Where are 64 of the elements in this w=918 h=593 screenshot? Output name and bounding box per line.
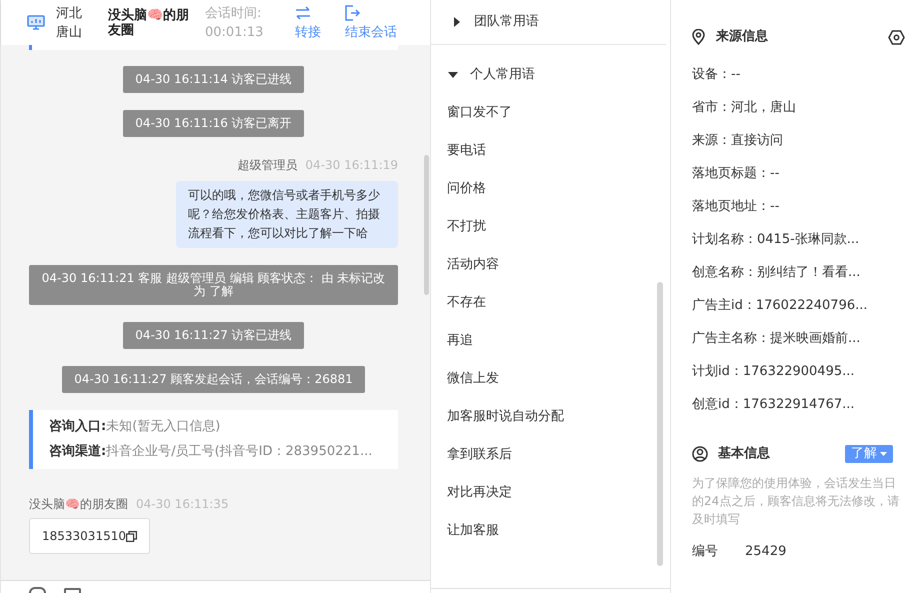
field-value: 25429	[745, 543, 786, 561]
scrollbar[interactable]	[657, 282, 663, 566]
phone-number: 18533031510	[42, 528, 126, 544]
source-info-row-text: 落地页地址：--	[692, 198, 780, 216]
message-time: 04-30 16:11:35	[136, 496, 229, 512]
phrase-item[interactable]: 微信上发	[447, 368, 670, 390]
settings-icon[interactable]	[888, 30, 905, 44]
phrase-item[interactable]: 对比再决定	[447, 482, 670, 504]
phrase-group-header[interactable]: 个人常用语	[431, 59, 670, 91]
phrase-item[interactable]: 不打扰	[447, 216, 670, 238]
session-time: 00:01:13	[205, 24, 264, 42]
phrase-item[interactable]: 活动内容	[447, 254, 670, 276]
system-notice: 04-30 16:11:16 访客已离开	[123, 110, 304, 137]
caret-right-icon	[454, 17, 460, 27]
phrase-item[interactable]: 让加客服	[447, 520, 670, 542]
system-notice: 04-30 16:11:21 客服 超级管理员 编辑 顾客状态： 由 未标记改为 了解	[29, 265, 398, 305]
sender-name: 没头脑🧠的朋友圈	[29, 496, 128, 512]
source-info-row-text: 计划id：176322900495...	[692, 363, 856, 381]
entry-value: 未知(暂无入口信息)	[106, 419, 220, 435]
phrase-item[interactable]: 再追	[447, 330, 670, 352]
swap-arrows-icon	[295, 6, 311, 20]
system-notice: 04-30 16:11:27 访客已进线	[123, 322, 304, 349]
location-text: 唐山	[56, 24, 83, 42]
source-info-row-text: 广告主id：176022240796...	[692, 297, 869, 315]
exit-icon	[345, 5, 360, 21]
notice-text: 为了保障您的使用体验，会话发生当日的24点之后，顾客信息将无法修改，请及时填写	[692, 475, 900, 528]
location-pin-icon	[692, 29, 705, 45]
entry-label: 咨询入口:	[49, 419, 106, 435]
source-info-row-text: 广告主名称：提米映画婚前...	[692, 330, 862, 348]
system-notice: 04-30 16:11:14 访客已进线	[123, 66, 304, 93]
user-circle-icon	[692, 446, 708, 462]
message-time: 04-30 16:11:19	[305, 157, 398, 173]
system-notice: 04-30 16:11:27 顾客发起会话，会话编号：26881	[62, 366, 365, 393]
sender-name: 超级管理员	[237, 157, 298, 173]
phrase-item[interactable]: 问价格	[447, 178, 670, 200]
source-info-row-text: 来源：直接访问	[692, 132, 784, 150]
scrollbar[interactable]	[424, 155, 429, 295]
source-info-row-text: 创意id：176322914767...	[692, 396, 856, 414]
section-title: 基本信息	[718, 445, 770, 464]
section-title: 来源信息	[716, 28, 768, 46]
monitor-icon	[27, 14, 45, 30]
phrase-item[interactable]: 拿到联系后	[447, 444, 670, 466]
phrase-group-header[interactable]: 团队常用语	[431, 0, 670, 44]
location-text: 河北	[56, 4, 83, 22]
source-info-row-text: 创意名称：别纠结了！看看...	[692, 264, 862, 282]
phrase-item[interactable]: 窗口发不了	[447, 102, 670, 124]
phrase-item[interactable]: 不存在	[447, 292, 670, 314]
image-icon[interactable]	[64, 588, 81, 593]
entry-label: 咨询渠道:	[49, 444, 106, 460]
entry-value: 抖音企业号/员工号(抖音号ID：283950221...	[106, 444, 372, 460]
source-info-row-text: 计划名称：0415-张琳同款...	[692, 231, 860, 249]
caret-down-icon	[880, 452, 887, 456]
emoji-icon[interactable]	[29, 587, 46, 593]
source-info-row-text: 设备：--	[692, 66, 742, 84]
field-label: 编号	[692, 543, 719, 561]
agent-message-bubble: 可以的哦，您微信号或者手机号多少呢？给您发价格表、主题客片、拍摄流程看下，您可以对比了解一下哈	[176, 181, 398, 248]
session-time-label: 会话时间:	[205, 4, 262, 22]
caret-down-icon	[448, 72, 458, 78]
source-info-row-text: 落地页标题：--	[692, 165, 780, 183]
source-info-row-text: 省市：河北，唐山	[692, 99, 797, 117]
phrase-item[interactable]: 加客服时说自动分配	[447, 406, 670, 428]
visitor-name: 没头脑🧠的朋友圈	[108, 8, 190, 38]
phrase-item[interactable]: 要电话	[447, 140, 670, 162]
copy-icon[interactable]	[126, 530, 137, 542]
